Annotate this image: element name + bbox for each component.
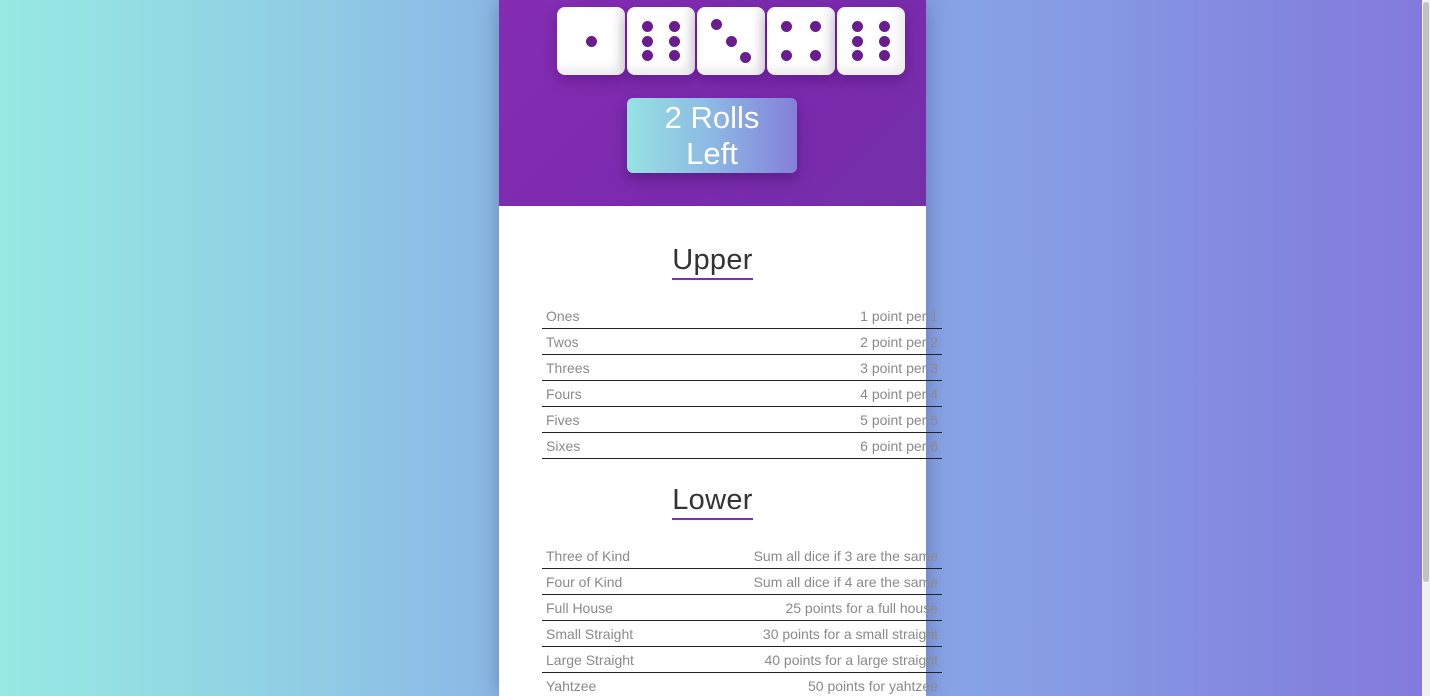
score-row-name: Large Straight xyxy=(542,646,676,673)
die-face-6-icon xyxy=(627,7,695,75)
game-header: 2 Rolls Left xyxy=(499,0,926,206)
score-row-name: Four of Kind xyxy=(542,568,676,595)
score-row-threes[interactable]: Threes 3 point per 3 xyxy=(542,354,942,381)
die-pip xyxy=(851,35,863,47)
die-pip xyxy=(669,50,681,62)
die-pip xyxy=(879,50,891,62)
score-row-description: 3 point per 3 xyxy=(692,354,942,381)
upper-score-table: Ones 1 point per 1 Twos 2 point per 2 Threes… xyxy=(542,303,942,459)
score-row-fives[interactable]: Fives 5 point per 5 xyxy=(542,406,942,433)
score-row-description: 1 point per 1 xyxy=(692,303,942,329)
die-pip xyxy=(641,20,653,32)
lower-section-heading: Lower xyxy=(672,484,753,520)
score-row-description: Sum all dice if 3 are the same xyxy=(675,543,942,569)
die-pip xyxy=(879,35,891,47)
die-3[interactable] xyxy=(697,7,765,75)
die-face-4-icon xyxy=(767,7,835,75)
game-panel: 2 Rolls Left Upper Ones 1 point per 1 Twos… xyxy=(499,0,942,696)
score-row-description: 40 points for a large straight xyxy=(675,646,942,673)
score-row-description: 4 point per 4 xyxy=(692,380,942,407)
score-row-ones[interactable]: Ones 1 point per 1 xyxy=(542,303,942,329)
die-pip xyxy=(879,20,891,32)
scrollbar-thumb[interactable] xyxy=(1423,2,1429,582)
score-row-three-of-kind[interactable]: Three of Kind Sum all dice if 3 are the s… xyxy=(542,543,942,569)
score-row-name: Threes xyxy=(542,354,693,381)
die-pip xyxy=(585,35,597,47)
score-row-description: 6 point per 6 xyxy=(692,432,942,459)
die-face-1-icon xyxy=(557,7,625,75)
score-row-fours[interactable]: Fours 4 point per 4 xyxy=(542,380,942,407)
die-pip xyxy=(851,20,863,32)
score-row-name: Ones xyxy=(542,303,693,329)
die-1[interactable] xyxy=(557,7,625,75)
score-row-sixes[interactable]: Sixes 6 point per 6 xyxy=(542,432,942,459)
score-row-large-straight[interactable]: Large Straight 40 points for a large stra… xyxy=(542,646,942,673)
score-row-description: 5 point per 5 xyxy=(692,406,942,433)
roll-dice-label: 2 Rolls Left xyxy=(664,99,760,171)
score-row-description: Sum all dice if 4 are the same xyxy=(675,568,942,595)
die-5[interactable] xyxy=(837,7,905,75)
score-row-name: Three of Kind xyxy=(542,543,676,569)
die-pip xyxy=(810,20,822,32)
lower-score-table: Three of Kind Sum all dice if 3 are the s… xyxy=(542,543,942,696)
die-pip xyxy=(810,50,822,62)
die-pip xyxy=(740,51,752,63)
dice-row xyxy=(557,7,905,75)
score-row-name: Sixes xyxy=(542,432,693,459)
score-row-description: 2 point per 2 xyxy=(692,328,942,355)
die-face-3-icon xyxy=(697,7,765,75)
score-row-name: Fours xyxy=(542,380,693,407)
die-pip xyxy=(780,50,792,62)
die-pip xyxy=(669,35,681,47)
upper-section-title: Upper xyxy=(499,244,926,280)
score-row-description: 50 points for yahtzee xyxy=(675,672,942,696)
score-row-name: Small Straight xyxy=(542,620,676,647)
lower-section-title: Lower xyxy=(499,484,926,520)
die-pip xyxy=(641,35,653,47)
score-row-four-of-kind[interactable]: Four of Kind Sum all dice if 4 are the sa… xyxy=(542,568,942,595)
score-row-twos[interactable]: Twos 2 point per 2 xyxy=(542,328,942,355)
die-pip xyxy=(725,35,737,47)
score-row-name: Yahtzee xyxy=(542,672,676,696)
die-pip xyxy=(710,19,722,31)
die-pip xyxy=(851,50,863,62)
score-row-description: 25 points for a full house xyxy=(675,594,942,621)
score-row-name: Twos xyxy=(542,328,693,355)
score-row-small-straight[interactable]: Small Straight 30 points for a small stra… xyxy=(542,620,942,647)
die-4[interactable] xyxy=(767,7,835,75)
score-row-full-house[interactable]: Full House 25 points for a full house xyxy=(542,594,942,621)
score-row-description: 30 points for a small straight xyxy=(675,620,942,647)
upper-section-heading: Upper xyxy=(672,244,753,280)
score-row-name: Fives xyxy=(542,406,693,433)
die-pip xyxy=(780,20,792,32)
die-2[interactable] xyxy=(627,7,695,75)
page-scrollbar[interactable] xyxy=(1422,0,1430,696)
score-row-name: Full House xyxy=(542,594,676,621)
die-pip xyxy=(641,50,653,62)
roll-dice-button[interactable]: 2 Rolls Left xyxy=(627,98,797,173)
score-row-yahtzee[interactable]: Yahtzee 50 points for yahtzee xyxy=(542,672,942,696)
die-pip xyxy=(669,20,681,32)
die-face-6-icon xyxy=(837,7,905,75)
